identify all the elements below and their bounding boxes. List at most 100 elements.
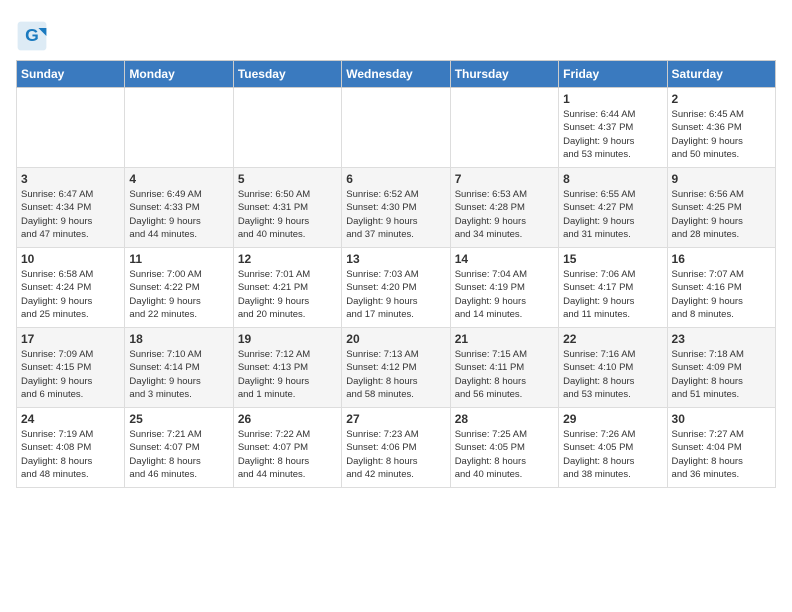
- calendar-cell: [342, 88, 450, 168]
- weekday-header-sunday: Sunday: [17, 61, 125, 88]
- calendar-cell: 27 Sunrise: 7:23 AM Sunset: 4:06 PM Dayli…: [342, 408, 450, 488]
- day-number: 24: [21, 412, 120, 426]
- weekday-header-saturday: Saturday: [667, 61, 775, 88]
- day-number: 28: [455, 412, 554, 426]
- calendar-cell: 8 Sunrise: 6:55 AM Sunset: 4:27 PM Daylig…: [559, 168, 667, 248]
- day-number: 6: [346, 172, 445, 186]
- day-number: 13: [346, 252, 445, 266]
- day-info: Sunrise: 6:52 AM Sunset: 4:30 PM Dayligh…: [346, 188, 445, 241]
- day-number: 12: [238, 252, 337, 266]
- day-info: Sunrise: 6:58 AM Sunset: 4:24 PM Dayligh…: [21, 268, 120, 321]
- day-info: Sunrise: 6:47 AM Sunset: 4:34 PM Dayligh…: [21, 188, 120, 241]
- day-number: 21: [455, 332, 554, 346]
- day-number: 20: [346, 332, 445, 346]
- day-number: 17: [21, 332, 120, 346]
- day-info: Sunrise: 7:16 AM Sunset: 4:10 PM Dayligh…: [563, 348, 662, 401]
- calendar-cell: 1 Sunrise: 6:44 AM Sunset: 4:37 PM Daylig…: [559, 88, 667, 168]
- day-number: 22: [563, 332, 662, 346]
- day-info: Sunrise: 6:45 AM Sunset: 4:36 PM Dayligh…: [672, 108, 771, 161]
- logo-icon: G: [16, 20, 48, 52]
- calendar-cell: 25Sunrise: 7:21 AM Sunset: 4:07 PM Dayli…: [125, 408, 233, 488]
- calendar-cell: 20 Sunrise: 7:13 AM Sunset: 4:12 PM Dayli…: [342, 328, 450, 408]
- calendar-cell: 11 Sunrise: 7:00 AM Sunset: 4:22 PM Dayli…: [125, 248, 233, 328]
- day-number: 11: [129, 252, 228, 266]
- day-info: Sunrise: 7:07 AM Sunset: 4:16 PM Dayligh…: [672, 268, 771, 321]
- calendar-cell: [450, 88, 558, 168]
- day-info: Sunrise: 7:00 AM Sunset: 4:22 PM Dayligh…: [129, 268, 228, 321]
- calendar-cell: 13 Sunrise: 7:03 AM Sunset: 4:20 PM Dayli…: [342, 248, 450, 328]
- day-info: Sunrise: 6:55 AM Sunset: 4:27 PM Dayligh…: [563, 188, 662, 241]
- day-info: Sunrise: 7:19 AM Sunset: 4:08 PM Dayligh…: [21, 428, 120, 481]
- calendar-cell: 26 Sunrise: 7:22 AM Sunset: 4:07 PM Dayli…: [233, 408, 341, 488]
- day-info: Sunrise: 6:50 AM Sunset: 4:31 PM Dayligh…: [238, 188, 337, 241]
- calendar-cell: 12 Sunrise: 7:01 AM Sunset: 4:21 PM Dayli…: [233, 248, 341, 328]
- day-info: Sunrise: 7:21 AM Sunset: 4:07 PM Dayligh…: [129, 428, 228, 481]
- calendar-cell: 10 Sunrise: 6:58 AM Sunset: 4:24 PM Dayli…: [17, 248, 125, 328]
- day-info: Sunrise: 6:56 AM Sunset: 4:25 PM Dayligh…: [672, 188, 771, 241]
- day-number: 16: [672, 252, 771, 266]
- calendar-cell: 30 Sunrise: 7:27 AM Sunset: 4:04 PM Dayli…: [667, 408, 775, 488]
- day-info: Sunrise: 7:03 AM Sunset: 4:20 PM Dayligh…: [346, 268, 445, 321]
- weekday-header-friday: Friday: [559, 61, 667, 88]
- day-info: Sunrise: 7:13 AM Sunset: 4:12 PM Dayligh…: [346, 348, 445, 401]
- day-number: 14: [455, 252, 554, 266]
- day-info: Sunrise: 7:10 AM Sunset: 4:14 PM Dayligh…: [129, 348, 228, 401]
- day-info: Sunrise: 6:44 AM Sunset: 4:37 PM Dayligh…: [563, 108, 662, 161]
- day-number: 4: [129, 172, 228, 186]
- day-number: 18: [129, 332, 228, 346]
- calendar-cell: 2 Sunrise: 6:45 AM Sunset: 4:36 PM Daylig…: [667, 88, 775, 168]
- calendar-cell: 9 Sunrise: 6:56 AM Sunset: 4:25 PM Daylig…: [667, 168, 775, 248]
- calendar-cell: 28 Sunrise: 7:25 AM Sunset: 4:05 PM Dayli…: [450, 408, 558, 488]
- calendar-cell: 3 Sunrise: 6:47 AM Sunset: 4:34 PM Daylig…: [17, 168, 125, 248]
- calendar-cell: [233, 88, 341, 168]
- day-number: 27: [346, 412, 445, 426]
- day-info: Sunrise: 7:06 AM Sunset: 4:17 PM Dayligh…: [563, 268, 662, 321]
- day-info: Sunrise: 7:09 AM Sunset: 4:15 PM Dayligh…: [21, 348, 120, 401]
- day-number: 3: [21, 172, 120, 186]
- day-info: Sunrise: 7:18 AM Sunset: 4:09 PM Dayligh…: [672, 348, 771, 401]
- logo: G: [16, 20, 52, 52]
- weekday-header-wednesday: Wednesday: [342, 61, 450, 88]
- day-info: Sunrise: 6:53 AM Sunset: 4:28 PM Dayligh…: [455, 188, 554, 241]
- day-number: 5: [238, 172, 337, 186]
- day-number: 29: [563, 412, 662, 426]
- calendar-cell: [17, 88, 125, 168]
- day-info: Sunrise: 7:27 AM Sunset: 4:04 PM Dayligh…: [672, 428, 771, 481]
- day-number: 9: [672, 172, 771, 186]
- calendar-cell: 22 Sunrise: 7:16 AM Sunset: 4:10 PM Dayli…: [559, 328, 667, 408]
- calendar-cell: 24 Sunrise: 7:19 AM Sunset: 4:08 PM Dayli…: [17, 408, 125, 488]
- day-info: Sunrise: 7:26 AM Sunset: 4:05 PM Dayligh…: [563, 428, 662, 481]
- day-info: Sunrise: 7:23 AM Sunset: 4:06 PM Dayligh…: [346, 428, 445, 481]
- day-info: Sunrise: 7:12 AM Sunset: 4:13 PM Dayligh…: [238, 348, 337, 401]
- calendar-cell: [125, 88, 233, 168]
- calendar-cell: 29 Sunrise: 7:26 AM Sunset: 4:05 PM Dayli…: [559, 408, 667, 488]
- day-number: 30: [672, 412, 771, 426]
- day-number: 8: [563, 172, 662, 186]
- day-number: 19: [238, 332, 337, 346]
- page-header: G: [16, 16, 776, 52]
- day-number: 23: [672, 332, 771, 346]
- day-info: Sunrise: 7:04 AM Sunset: 4:19 PM Dayligh…: [455, 268, 554, 321]
- day-number: 1: [563, 92, 662, 106]
- calendar-cell: 14 Sunrise: 7:04 AM Sunset: 4:19 PM Dayli…: [450, 248, 558, 328]
- calendar-cell: 7 Sunrise: 6:53 AM Sunset: 4:28 PM Daylig…: [450, 168, 558, 248]
- calendar-cell: 17 Sunrise: 7:09 AM Sunset: 4:15 PM Dayli…: [17, 328, 125, 408]
- calendar-cell: 15Sunrise: 7:06 AM Sunset: 4:17 PM Dayli…: [559, 248, 667, 328]
- day-number: 7: [455, 172, 554, 186]
- weekday-header-tuesday: Tuesday: [233, 61, 341, 88]
- day-info: Sunrise: 7:01 AM Sunset: 4:21 PM Dayligh…: [238, 268, 337, 321]
- day-info: Sunrise: 7:25 AM Sunset: 4:05 PM Dayligh…: [455, 428, 554, 481]
- calendar-cell: 21 Sunrise: 7:15 AM Sunset: 4:11 PM Dayli…: [450, 328, 558, 408]
- svg-text:G: G: [25, 25, 39, 45]
- day-number: 10: [21, 252, 120, 266]
- day-info: Sunrise: 7:15 AM Sunset: 4:11 PM Dayligh…: [455, 348, 554, 401]
- calendar-cell: 4 Sunrise: 6:49 AM Sunset: 4:33 PM Daylig…: [125, 168, 233, 248]
- day-info: Sunrise: 7:22 AM Sunset: 4:07 PM Dayligh…: [238, 428, 337, 481]
- calendar-cell: 19 Sunrise: 7:12 AM Sunset: 4:13 PM Dayli…: [233, 328, 341, 408]
- calendar-cell: 16 Sunrise: 7:07 AM Sunset: 4:16 PM Dayli…: [667, 248, 775, 328]
- calendar-cell: 18 Sunrise: 7:10 AM Sunset: 4:14 PM Dayli…: [125, 328, 233, 408]
- day-info: Sunrise: 6:49 AM Sunset: 4:33 PM Dayligh…: [129, 188, 228, 241]
- weekday-header-thursday: Thursday: [450, 61, 558, 88]
- day-number: 2: [672, 92, 771, 106]
- day-number: 26: [238, 412, 337, 426]
